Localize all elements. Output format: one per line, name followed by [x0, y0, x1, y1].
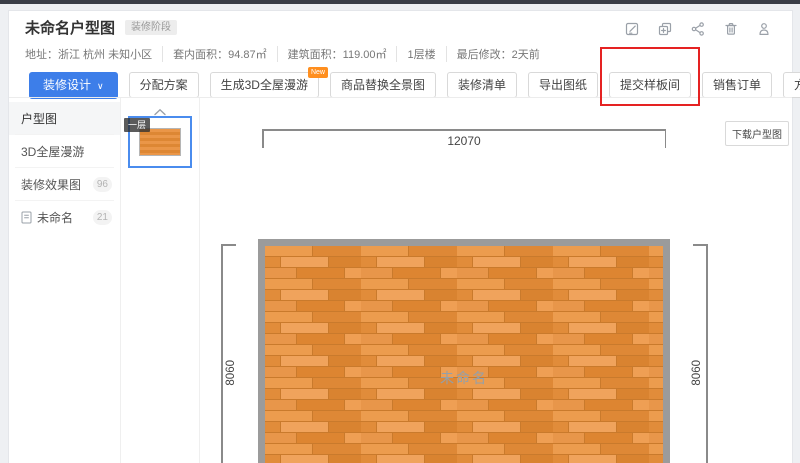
sidebar-item-label: 装修效果图: [21, 176, 81, 193]
new-badge: New: [308, 67, 328, 78]
sidebar-item-floorplan[interactable]: 户型图: [9, 102, 120, 135]
count-badge: 96: [93, 177, 112, 192]
meta-modified: 最后修改：2天前: [446, 46, 550, 62]
app-card: 未命名户型图 装修阶段 地址：浙江 杭州 未知小区 套内面积：94.87㎡ 建: [8, 10, 793, 463]
generate-3d-tour-button[interactable]: 生成3D全屋漫游 New: [210, 72, 319, 98]
floor-thumbnail-panel: 一层: [121, 98, 200, 463]
sidebar-item-renderings[interactable]: 装修效果图 96: [9, 168, 120, 201]
stage-badge: 装修阶段: [125, 20, 177, 35]
header: 未命名户型图 装修阶段 地址：浙江 杭州 未知小区 套内面积：94.87㎡ 建: [9, 11, 792, 98]
sidebar-item-3d-tour[interactable]: 3D全屋漫游: [9, 135, 120, 168]
dimension-label-top: 12070: [262, 134, 666, 148]
dimension-line-right: [706, 244, 708, 463]
room-name-label: 未命名: [265, 368, 663, 388]
chevron-down-icon: ∨: [97, 81, 104, 91]
meta-floors: 1层楼: [396, 46, 445, 62]
floorplan-canvas[interactable]: 下载户型图 12070 8060 8060: [200, 98, 792, 463]
header-actions: [624, 21, 772, 37]
decorate-design-label: 装修设计: [43, 78, 91, 92]
dimension-label-right: 8060: [691, 360, 703, 386]
decorate-design-button[interactable]: 装修设计 ∨: [29, 72, 118, 99]
sidebar-item-label: 户型图: [21, 110, 57, 127]
share-icon[interactable]: [690, 21, 706, 37]
delete-icon[interactable]: [723, 21, 739, 37]
floorplan-room[interactable]: 未命名: [258, 239, 670, 463]
sales-order-button[interactable]: 销售订单: [702, 72, 772, 98]
dimension-tick: [262, 129, 264, 148]
dimension-label-left: 8060: [225, 360, 237, 386]
duplicate-icon[interactable]: [657, 21, 673, 37]
floor-thumbnail-preview: [139, 128, 181, 156]
sidebar-item-label: 3D全屋漫游: [21, 143, 84, 160]
owner-icon[interactable]: [756, 21, 772, 37]
export-drawing-button[interactable]: 导出图纸: [528, 72, 598, 98]
edit-note-icon[interactable]: [624, 21, 640, 37]
generate-3d-tour-label: 生成3D全屋漫游: [221, 78, 308, 92]
dimension-line: [262, 129, 666, 131]
dimension-top: 12070: [262, 129, 666, 148]
assign-plan-button[interactable]: 分配方案: [129, 72, 199, 98]
decorate-list-button[interactable]: 装修清单: [447, 72, 517, 98]
sidebar-item-unnamed[interactable]: 未命名 21: [9, 201, 120, 234]
meta-inner-area: 套内面积：94.87㎡: [162, 46, 277, 62]
dimension-tick: [693, 244, 708, 246]
wood-floor-texture: [265, 246, 663, 463]
meta-build-area: 建筑面积：119.00㎡: [277, 46, 397, 62]
sidebar-item-label: 未命名: [37, 209, 73, 226]
page-title: 未命名户型图: [25, 17, 115, 38]
toolbar: 装修设计 ∨ 分配方案 生成3D全屋漫游 New 商品替换全景图 装修清单 导出图…: [29, 72, 776, 98]
plan-meta: 地址：浙江 杭州 未知小区 套内面积：94.87㎡ 建筑面积：119.00㎡ 1…: [25, 46, 776, 62]
meta-address: 地址：浙江 杭州 未知小区: [25, 46, 162, 62]
replace-product-pano-button[interactable]: 商品替换全景图: [330, 72, 436, 98]
dimension-tick: [665, 129, 667, 148]
count-badge: 21: [93, 210, 112, 225]
dimension-tick: [221, 244, 236, 246]
dimension-line-left: [221, 244, 223, 463]
submit-showroom-button[interactable]: 提交样板间: [609, 72, 691, 98]
collapse-up-icon[interactable]: [153, 103, 167, 111]
floor-tag: 一层: [124, 118, 150, 132]
download-floorplan-button[interactable]: 下载户型图: [725, 121, 789, 146]
submit-showroom-label: 提交样板间: [620, 78, 680, 92]
browser-chrome-strip: [0, 0, 800, 4]
document-icon: [21, 211, 32, 224]
sidebar: 户型图 3D全屋漫游 装修效果图 96 未命名 21: [9, 98, 121, 463]
content: 户型图 3D全屋漫游 装修效果图 96 未命名 21: [9, 97, 792, 463]
plan-category-button[interactable]: 方案分类: [783, 72, 800, 98]
